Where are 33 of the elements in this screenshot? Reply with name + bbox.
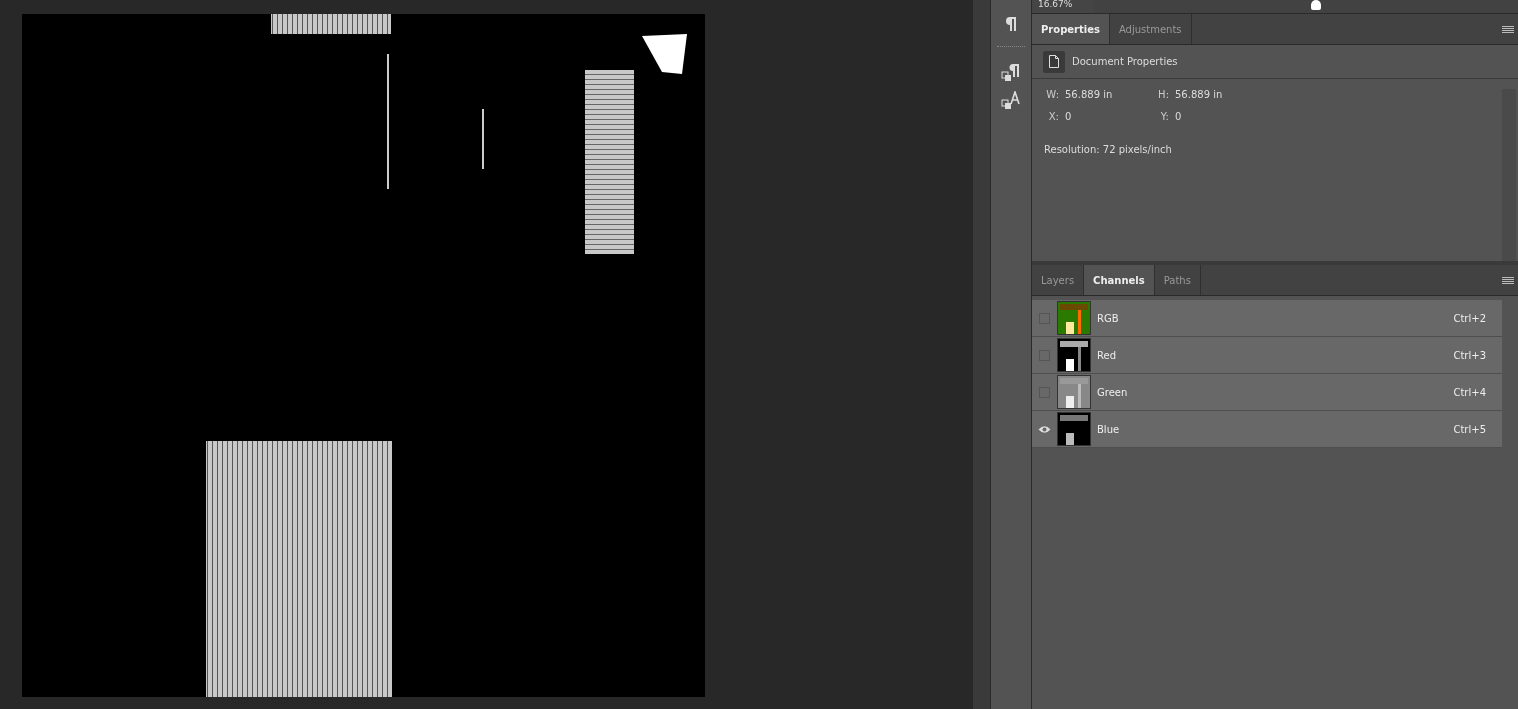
- field-label: H:: [1157, 89, 1169, 100]
- channel-name: Green: [1097, 386, 1129, 398]
- field-value: 0: [1175, 111, 1182, 122]
- shortcut-text: Ctrl+4: [1453, 386, 1486, 398]
- panel-header: Document Properties: [1072, 56, 1178, 67]
- document-icon: [1043, 50, 1065, 73]
- paragraph-styles-icon[interactable]: [1000, 62, 1022, 82]
- channel-name: Blue: [1097, 423, 1121, 435]
- field-value: 56.889 in: [1175, 89, 1223, 100]
- panel-tab[interactable]: Paths: [1154, 265, 1201, 295]
- field-value: 56.889 in: [1065, 89, 1113, 100]
- channel-name: RGB: [1097, 312, 1120, 324]
- channel-row[interactable]: Blue Ctrl+5: [1032, 411, 1502, 448]
- channel-row[interactable]: RGB Ctrl+2: [1032, 300, 1502, 337]
- field-value: 0: [1065, 111, 1072, 122]
- eye-icon[interactable]: [1037, 424, 1051, 434]
- panel-tab[interactable]: Channels: [1084, 265, 1155, 295]
- field-label: X:: [1047, 111, 1059, 122]
- channel-row[interactable]: Green Ctrl+4: [1032, 374, 1502, 411]
- field-label: W:: [1046, 89, 1059, 100]
- shortcut-text: Ctrl+5: [1453, 423, 1486, 435]
- channel-name: Red: [1097, 349, 1117, 361]
- field-label: Y:: [1159, 111, 1169, 122]
- channel-row[interactable]: Red Ctrl+3: [1032, 337, 1502, 374]
- panel-menu-icon[interactable]: [1502, 25, 1514, 33]
- shortcut-text: Ctrl+2: [1453, 312, 1486, 324]
- shortcut-text: Ctrl+3: [1453, 349, 1486, 361]
- panel-tab[interactable]: Adjustments: [1109, 14, 1192, 44]
- panel-tab[interactable]: Properties: [1032, 14, 1110, 44]
- character-styles-icon[interactable]: [1000, 90, 1022, 110]
- resolution-text: Resolution: 72 pixels/inch: [1044, 144, 1173, 155]
- panel-menu-icon[interactable]: [1502, 276, 1514, 284]
- scrollbar[interactable]: [1502, 89, 1516, 261]
